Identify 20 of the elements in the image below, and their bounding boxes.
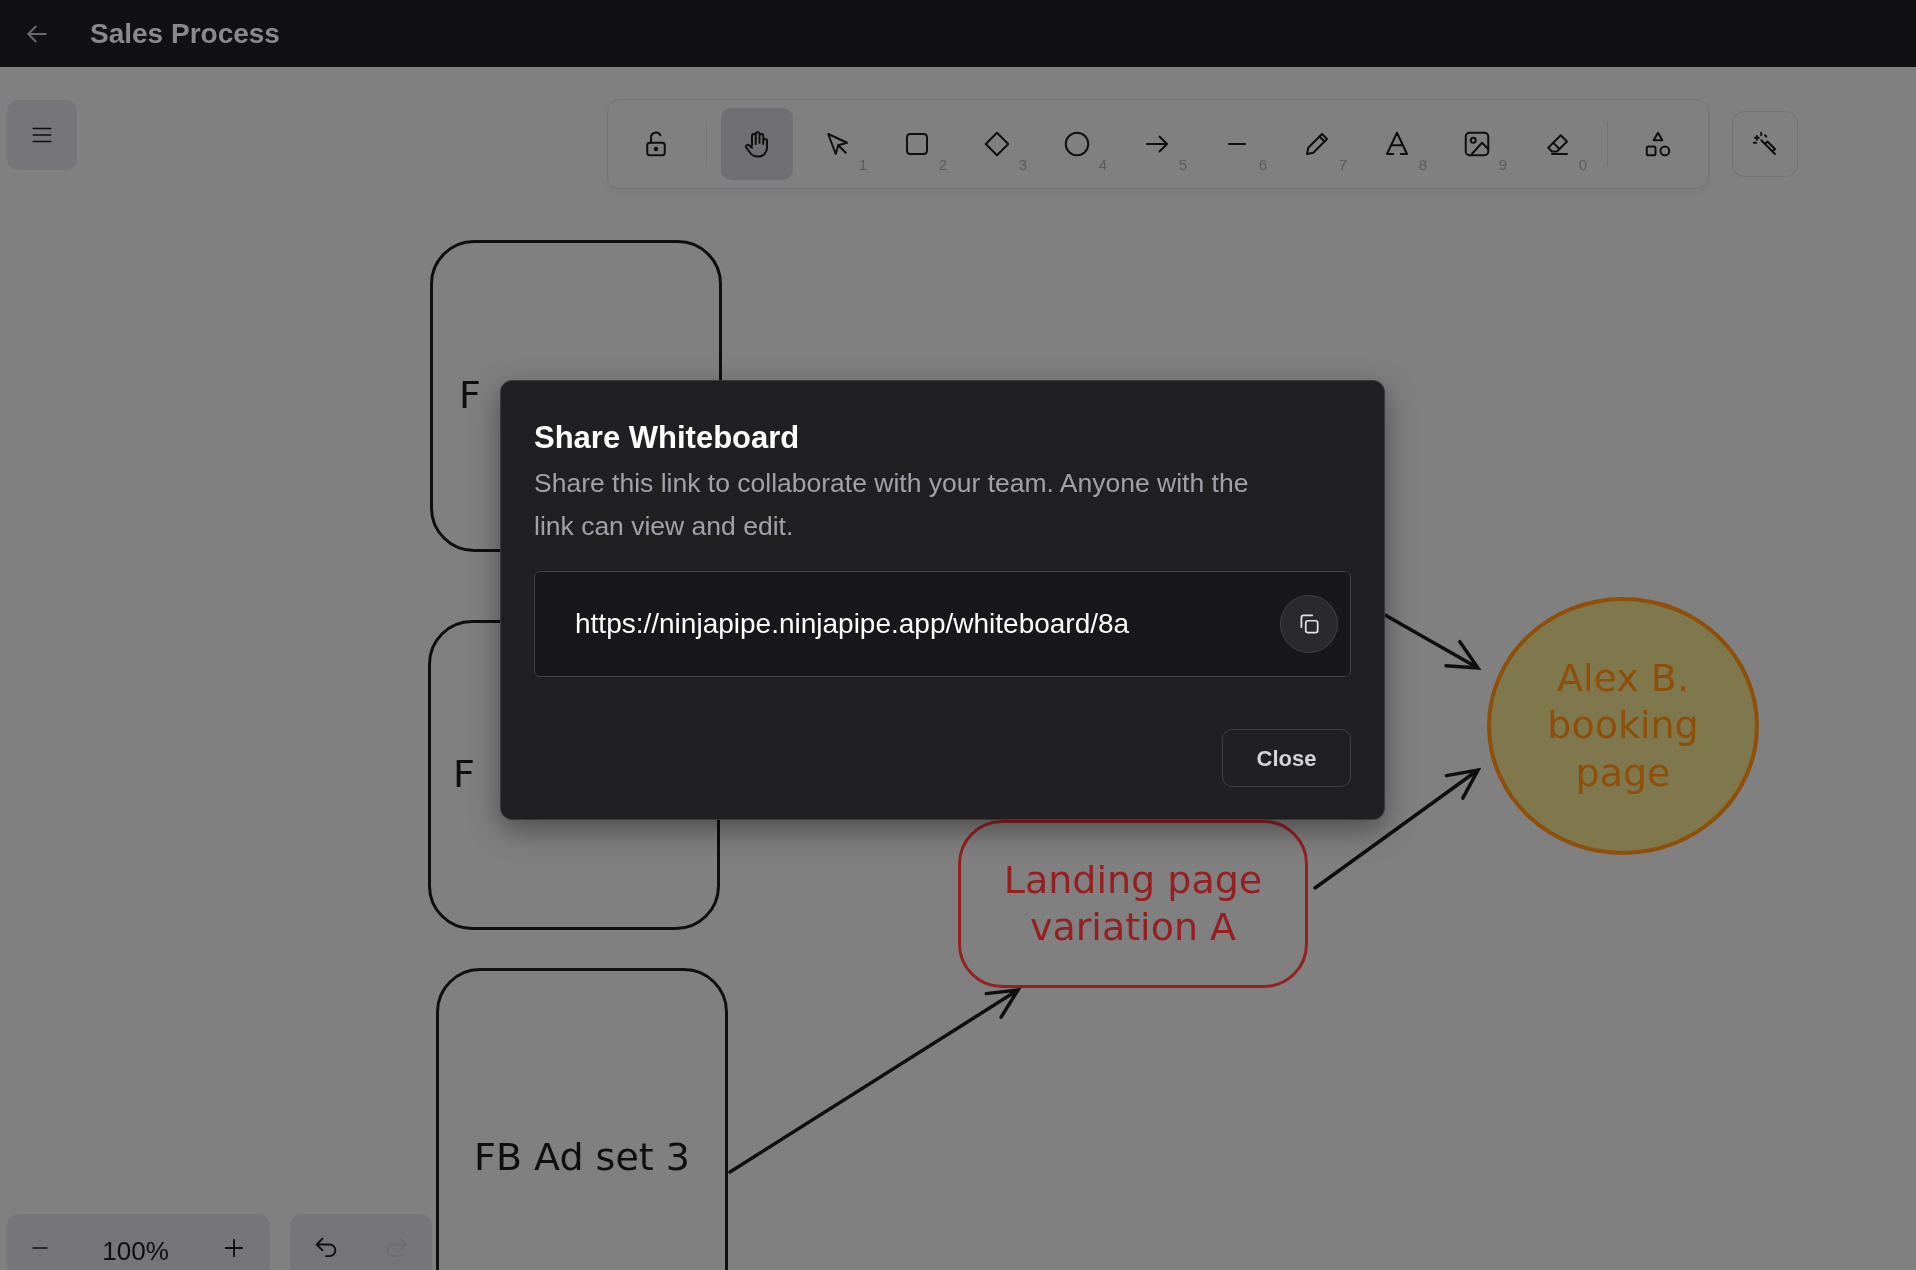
shape-label: Landing page variation A	[1003, 856, 1263, 951]
diamond-icon	[982, 129, 1012, 159]
shape-label: F	[459, 372, 481, 420]
image-icon	[1462, 129, 1492, 159]
line-icon	[1225, 142, 1249, 146]
shapes-icon	[1643, 129, 1673, 159]
magic-wand-button[interactable]	[1733, 112, 1797, 176]
minus-icon	[29, 1246, 51, 1250]
circle-icon	[1062, 129, 1092, 159]
dialog-description: Share this link to collaborate with your team. Anyone with the link can view and edit.	[534, 467, 1250, 543]
zoom-level: 100%	[102, 1235, 169, 1268]
shape-label: Alex B. booking page	[1547, 654, 1699, 797]
hand-tool-button[interactable]	[721, 108, 793, 180]
board-title: Sales Process	[90, 16, 280, 51]
link-input[interactable]: https://ninjapipe.ninjapipe.app/whiteboard/8a	[575, 602, 1266, 645]
close-button[interactable]: Close	[1222, 729, 1351, 787]
shape-label: FB Ad set 3	[474, 1134, 690, 1182]
shape-label: F	[453, 751, 475, 799]
dialog-title: Share Whiteboard	[534, 419, 801, 457]
share-link-field[interactable]: https://ninjapipe.ninjapipe.app/whiteboard/8a	[534, 570, 1351, 677]
